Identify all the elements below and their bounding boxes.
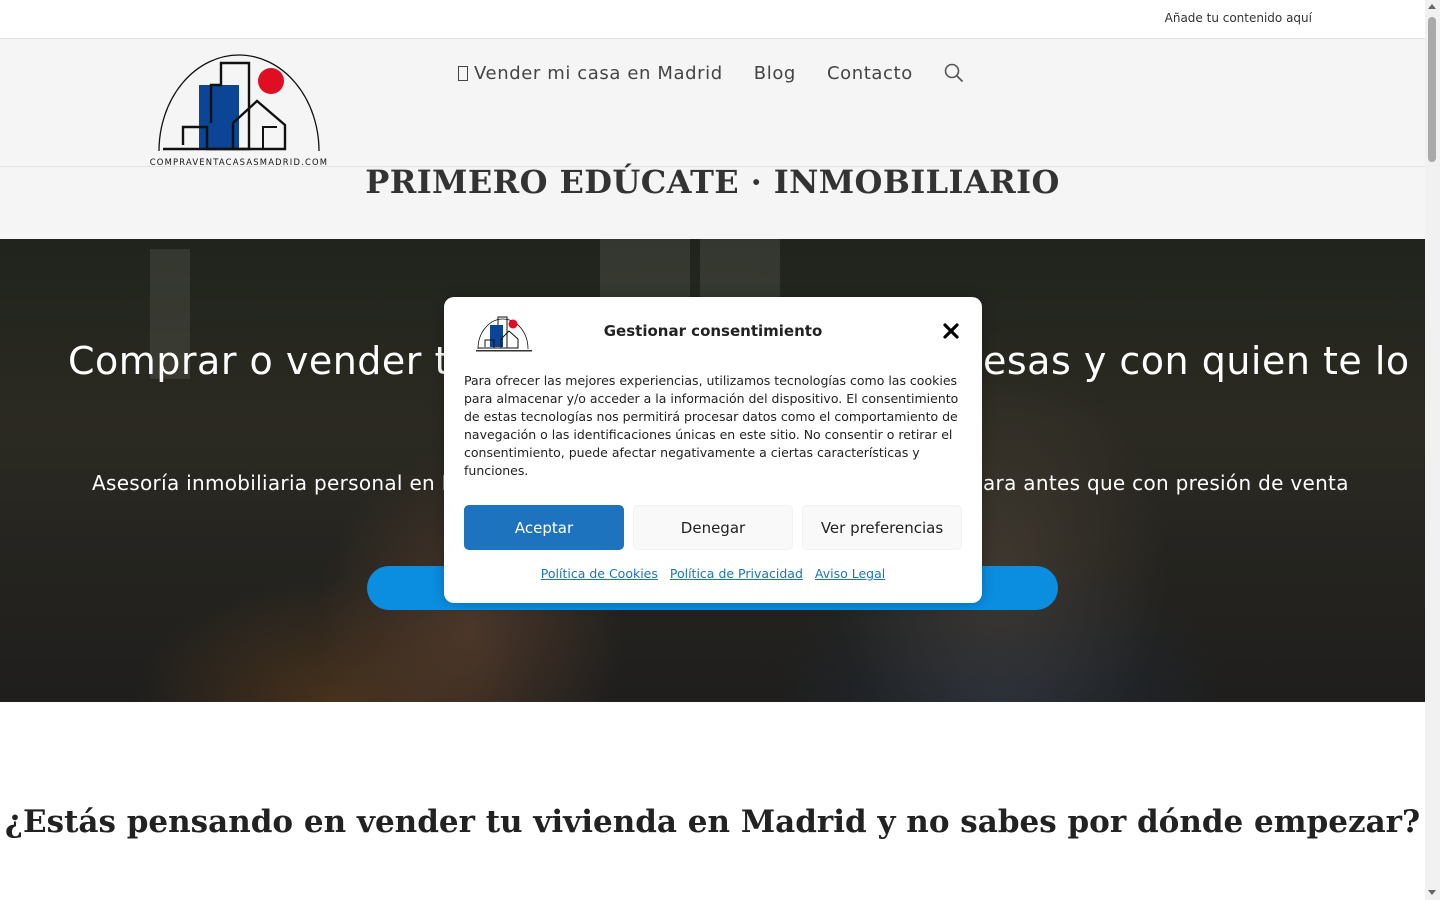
nav-item-label: Blog	[753, 63, 796, 84]
nav-item-vender[interactable]: Vender mi casa en Madrid	[458, 63, 723, 84]
close-icon[interactable]	[942, 322, 960, 340]
privacy-policy-link[interactable]: Política de Privacidad	[670, 566, 803, 581]
hero-heading-left: Comprar o vender tu	[68, 339, 475, 383]
scroll-up-arrow-icon[interactable]	[1428, 4, 1436, 9]
page-scrollbar[interactable]	[1425, 0, 1440, 900]
section-heading: ¿Estás pensando en vender tu vivienda en…	[4, 804, 1421, 840]
legal-notice-link[interactable]: Aviso Legal	[815, 566, 885, 581]
nav-item-label: Contacto	[826, 63, 913, 84]
logo-graphic	[158, 54, 320, 152]
page-title-band: PRIMERO EDÚCATE · INMOBILIARIO	[0, 163, 1425, 239]
consent-links: Política de Cookies Política de Privacid…	[444, 566, 982, 581]
main-nav: Vender mi casa en Madrid Blog Contacto	[458, 63, 964, 84]
consent-title: Gestionar consentimiento	[603, 322, 823, 340]
top-bar: Añade tu contenido aquí	[0, 0, 1425, 39]
hero-sub-left: Asesoría inmobiliaria personal en M	[92, 471, 460, 495]
hero-heading-right: esas y con quien te lo	[983, 339, 1410, 383]
consent-message: Para ofrecer las mejores experiencias, u…	[464, 373, 959, 478]
scrollbar-thumb[interactable]	[1428, 17, 1436, 162]
scroll-down-arrow-icon[interactable]	[1428, 890, 1436, 895]
site-header: COMPRAVENTACASASMADRID.COM Vender mi cas…	[0, 39, 1425, 167]
topbar-text: Añade tu contenido aquí	[1164, 11, 1312, 25]
logo-text: COMPRAVENTACASASMADRID.COM	[149, 157, 329, 167]
nav-item-blog[interactable]: Blog	[754, 63, 796, 84]
accept-button[interactable]: Aceptar	[464, 505, 624, 550]
missing-glyph-icon	[458, 66, 468, 81]
deny-button[interactable]: Denegar	[633, 505, 793, 550]
hero-sub-right: ara antes que con presión de venta	[983, 471, 1349, 495]
cookie-policy-link[interactable]: Política de Cookies	[541, 566, 658, 581]
search-icon[interactable]	[944, 63, 964, 83]
nav-item-label: Vender mi casa en Madrid	[474, 63, 723, 84]
consent-dialog: Gestionar consentimiento Para ofrecer la…	[444, 297, 982, 603]
preferences-button[interactable]: Ver preferencias	[802, 505, 962, 550]
page-title: PRIMERO EDÚCATE · INMOBILIARIO	[365, 163, 1060, 201]
site-logo[interactable]: COMPRAVENTACASASMADRID.COM	[137, 45, 341, 167]
nav-item-contacto[interactable]: Contacto	[827, 63, 913, 84]
